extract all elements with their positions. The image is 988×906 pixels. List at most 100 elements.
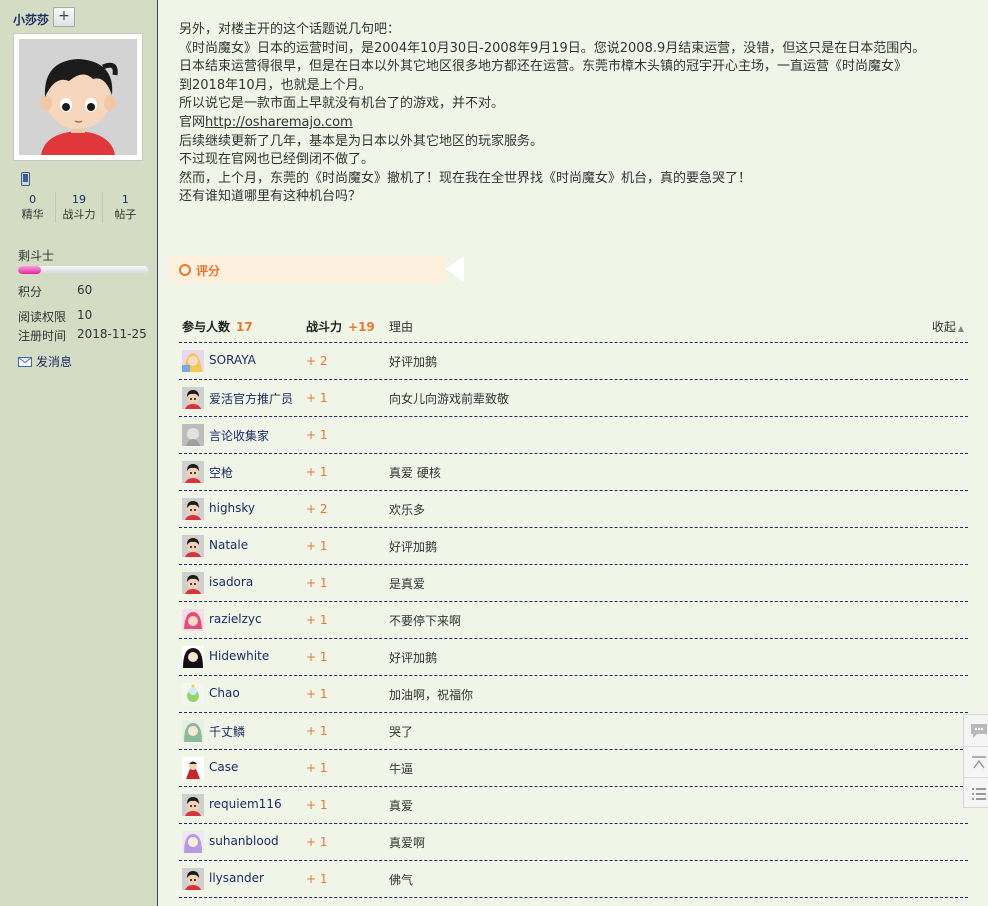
rater-name[interactable]: 空枪: [209, 464, 233, 481]
rating-row: isadora + 1 是真爱: [179, 565, 968, 602]
stat-posts[interactable]: 1 帖子: [101, 192, 148, 223]
rating-row: 空枪 + 1 真爱 硬核: [179, 454, 968, 491]
rating-row: SORAYA + 2 好评加鹅: [179, 343, 968, 380]
rater-points: + 1: [306, 687, 328, 701]
back-to-top-icon[interactable]: [964, 746, 988, 778]
rater-name[interactable]: Case: [209, 760, 238, 774]
rater-reason: 向女儿向游戏前辈致敬: [389, 392, 510, 406]
rating-row: requiem116 + 1 真爱: [179, 787, 968, 824]
rater-reason: 好评加鹅: [389, 355, 438, 369]
rater-reason: 好评加鹅: [389, 651, 438, 665]
rater-reason: 牛逼: [389, 762, 414, 776]
power-total: +19: [348, 320, 375, 334]
rater-points: + 1: [306, 872, 328, 886]
author-avatar[interactable]: [13, 33, 143, 161]
post-line: 另外，对楼主开的这个话题说几句吧：: [179, 22, 401, 37]
rater-points: + 1: [306, 835, 328, 849]
rater-reason: 哭了: [389, 725, 414, 739]
rating-row: 言论收集家 + 1: [179, 417, 968, 454]
rating-row: Natale + 1 好评加鹅: [179, 528, 968, 565]
rater-name[interactable]: isadora: [209, 575, 253, 589]
user-avatar[interactable]: [182, 498, 204, 520]
rater-points: + 2: [306, 502, 328, 516]
author-rank[interactable]: 剩斗士: [18, 247, 54, 264]
follow-button[interactable]: +: [53, 7, 75, 27]
participants-label: 参与人数: [182, 320, 231, 334]
user-avatar[interactable]: [182, 572, 204, 594]
user-avatar[interactable]: [182, 646, 204, 668]
rater-name[interactable]: highsky: [209, 501, 255, 515]
comment-icon[interactable]: [964, 715, 988, 746]
user-avatar[interactable]: [182, 794, 204, 816]
rating-table: 参与人数 17 战斗力 +19 理由 收起 ▲ SORAYA + 2 好评加鹅 爱活官方推广…: [179, 305, 968, 898]
user-avatar[interactable]: [182, 350, 204, 372]
rating-row: llysander + 1 佛气: [179, 861, 968, 898]
rater-points: + 1: [306, 650, 328, 664]
rater-reason: 是真爱: [389, 577, 426, 591]
rater-name[interactable]: Natale: [209, 538, 248, 552]
send-message-link[interactable]: 发消息: [18, 353, 72, 370]
post-line: 还有谁知道哪里有这种机台吗？: [179, 189, 362, 205]
post-line: 不过现在官网也已经倒闭不做了。: [179, 152, 375, 168]
rating-row: Chao + 1 加油啊，祝福你: [179, 676, 968, 713]
post-line: 日本结束运营得很早，但是在日本以外其它地区很多地方都还在运营。东莞市樟木头镇的冠…: [179, 59, 908, 75]
stat-digest[interactable]: 0 精华: [10, 192, 55, 223]
user-avatar[interactable]: [182, 868, 204, 890]
rater-name[interactable]: Chao: [209, 686, 240, 700]
rating-row: 爱活官方推广员 + 1 向女儿向游戏前辈致敬: [179, 380, 968, 417]
post-line: 所以说它是一款市面上早就没有机台了的游戏，并不对。: [179, 96, 505, 112]
power-label: 战斗力: [306, 320, 343, 334]
post-line: 到2018年10月，也就是上个月。: [179, 77, 372, 93]
user-avatar[interactable]: [182, 535, 204, 557]
rater-name[interactable]: suhanblood: [209, 834, 279, 848]
rater-reason: 加油啊，祝福你: [389, 688, 474, 702]
user-avatar[interactable]: [182, 461, 204, 483]
rater-name[interactable]: requiem116: [209, 797, 282, 811]
rater-name[interactable]: razielzyc: [209, 612, 262, 626]
list-icon[interactable]: [964, 777, 988, 809]
level-progress-fill: [18, 266, 42, 274]
stat-power[interactable]: 19 战斗力: [55, 192, 101, 223]
user-avatar[interactable]: [182, 720, 204, 742]
rating-row: highsky + 2 欢乐多: [179, 491, 968, 528]
rater-name[interactable]: 千丈鳞: [209, 723, 245, 740]
default-avatar-icon: [19, 39, 137, 155]
user-avatar[interactable]: [182, 424, 204, 446]
rater-name[interactable]: llysander: [209, 871, 264, 885]
rater-points: + 1: [306, 798, 328, 812]
post-line: 然而，上个月，东莞的《时尚魔女》撤机了！现在我在全世界找《时尚魔女》机台，真的要…: [179, 170, 752, 186]
floating-toolbar: [963, 714, 988, 808]
official-site-link[interactable]: http://osharemajo.com: [205, 115, 353, 130]
rating-row: 千丈鳞 + 1 哭了: [179, 713, 968, 750]
rater-points: + 2: [306, 354, 328, 368]
rater-points: + 1: [306, 428, 328, 442]
author-stats: 0 精华 19 战斗力 1 帖子: [10, 192, 148, 223]
info-register-date: 注册时间 2018-11-25: [18, 327, 147, 343]
rater-name[interactable]: 言论收集家: [209, 427, 269, 444]
post-line: 后续继续更新了几年，基本是为日本以外其它地区的玩家服务。: [179, 133, 544, 149]
rater-name[interactable]: 爱活官方推广员: [209, 390, 293, 407]
user-avatar[interactable]: [182, 831, 204, 853]
rater-name[interactable]: SORAYA: [209, 353, 256, 367]
rating-title-bar: 评分: [170, 256, 464, 283]
reason-label: 理由: [389, 320, 414, 334]
user-avatar[interactable]: [182, 683, 204, 705]
rater-points: + 1: [306, 576, 328, 590]
rater-reason: 不要停下来啊: [389, 614, 462, 628]
rater-points: + 1: [306, 539, 328, 553]
info-read-permission: 阅读权限 10: [18, 308, 93, 324]
user-avatar[interactable]: [182, 757, 204, 779]
rating-row: Case + 1 牛逼: [179, 750, 968, 787]
collapse-button[interactable]: 收起 ▲: [932, 318, 964, 335]
rating-row: Hidewhite + 1 好评加鹅: [179, 639, 968, 676]
rating-row: suhanblood + 1 真爱啊: [179, 824, 968, 861]
rater-reason: 真爱 硬核: [389, 466, 441, 480]
author-sidebar: 小莎莎 + 0 精华 19 战斗力 1 帖子 剩斗士 积分 60 阅读权限 10…: [0, 0, 158, 906]
user-avatar[interactable]: [182, 387, 204, 409]
user-avatar[interactable]: [182, 609, 204, 631]
rater-points: + 1: [306, 761, 328, 775]
rater-name[interactable]: Hidewhite: [209, 649, 269, 663]
rater-reason: 好评加鹅: [389, 540, 438, 554]
author-username[interactable]: 小莎莎: [13, 11, 49, 28]
mobile-icon: [21, 172, 30, 189]
